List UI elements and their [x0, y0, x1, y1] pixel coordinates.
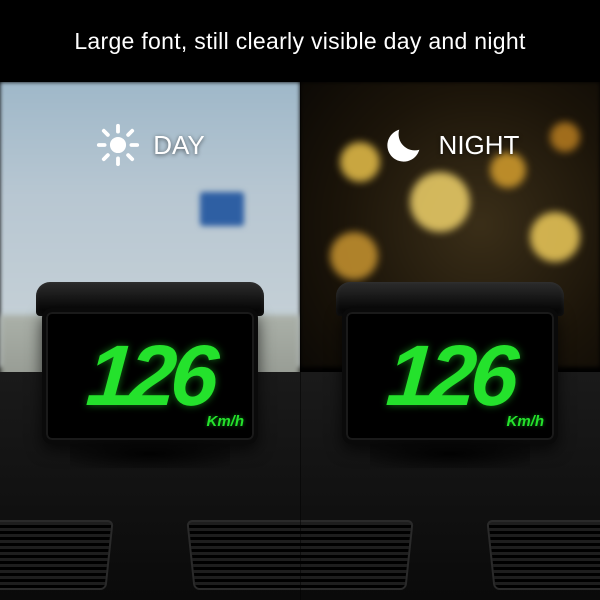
- speed-reading: 126: [384, 333, 516, 419]
- night-mode-row: NIGHT: [300, 122, 600, 168]
- bokeh-light: [330, 232, 378, 280]
- air-vent: [300, 520, 414, 590]
- air-vent: [186, 520, 300, 590]
- bokeh-light: [530, 212, 580, 262]
- air-vent: [0, 520, 114, 590]
- device-screen: 126 Km/h: [342, 308, 558, 444]
- hud-device-day: 126 Km/h: [36, 282, 264, 450]
- speed-unit: Km/h: [507, 413, 545, 430]
- panel-divider: [300, 82, 301, 600]
- device-shadow: [70, 440, 230, 468]
- day-panel: DAY 126 Km/h: [0, 82, 300, 600]
- day-label: DAY: [153, 130, 205, 161]
- hud-device-night: 126 Km/h: [336, 282, 564, 450]
- day-mode-row: DAY: [0, 122, 300, 168]
- sun-icon: [95, 122, 141, 168]
- moon-icon: [381, 122, 427, 168]
- device-screen: 126 Km/h: [42, 308, 258, 444]
- night-label: NIGHT: [439, 130, 520, 161]
- highway-sign: [200, 192, 244, 226]
- headline-text: Large font, still clearly visible day an…: [0, 28, 600, 55]
- night-panel: NIGHT 126 Km/h: [300, 82, 600, 600]
- device-shadow: [370, 440, 530, 468]
- bokeh-light: [410, 172, 470, 232]
- air-vent: [486, 520, 600, 590]
- speed-unit: Km/h: [207, 413, 245, 430]
- speed-reading: 126: [84, 333, 216, 419]
